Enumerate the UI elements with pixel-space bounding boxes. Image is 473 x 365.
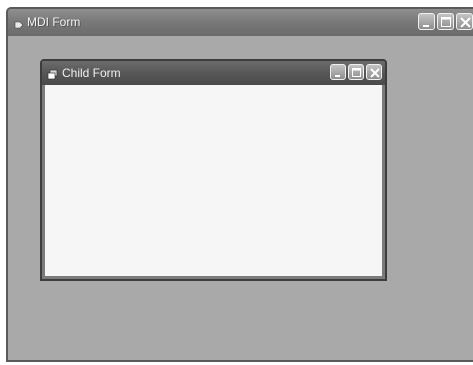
maximize-icon (352, 68, 361, 77)
mdi-form-caption-buttons (418, 13, 473, 30)
maximize-icon (441, 17, 451, 27)
child-maximize-button[interactable] (348, 64, 364, 80)
child-close-button[interactable] (366, 64, 382, 80)
child-client-area[interactable] (45, 85, 382, 276)
close-icon (370, 68, 380, 78)
close-button[interactable] (456, 13, 473, 30)
minimize-button[interactable] (418, 13, 435, 30)
minimize-icon (423, 25, 429, 27)
minimize-icon (335, 75, 340, 77)
close-icon (460, 17, 471, 28)
child-form-caption-buttons (330, 64, 382, 80)
form-icon[interactable] (14, 17, 24, 29)
mdi-form-titlebar[interactable]: MDI Form (8, 9, 473, 36)
mdi-form-title: MDI Form (27, 15, 81, 29)
child-form-icon[interactable] (47, 67, 58, 80)
child-form-title: Child Form (62, 66, 121, 80)
child-form-window: Child Form (40, 59, 387, 281)
child-form-titlebar[interactable]: Child Form (42, 61, 385, 85)
child-minimize-button[interactable] (330, 64, 346, 80)
maximize-button[interactable] (437, 13, 454, 30)
